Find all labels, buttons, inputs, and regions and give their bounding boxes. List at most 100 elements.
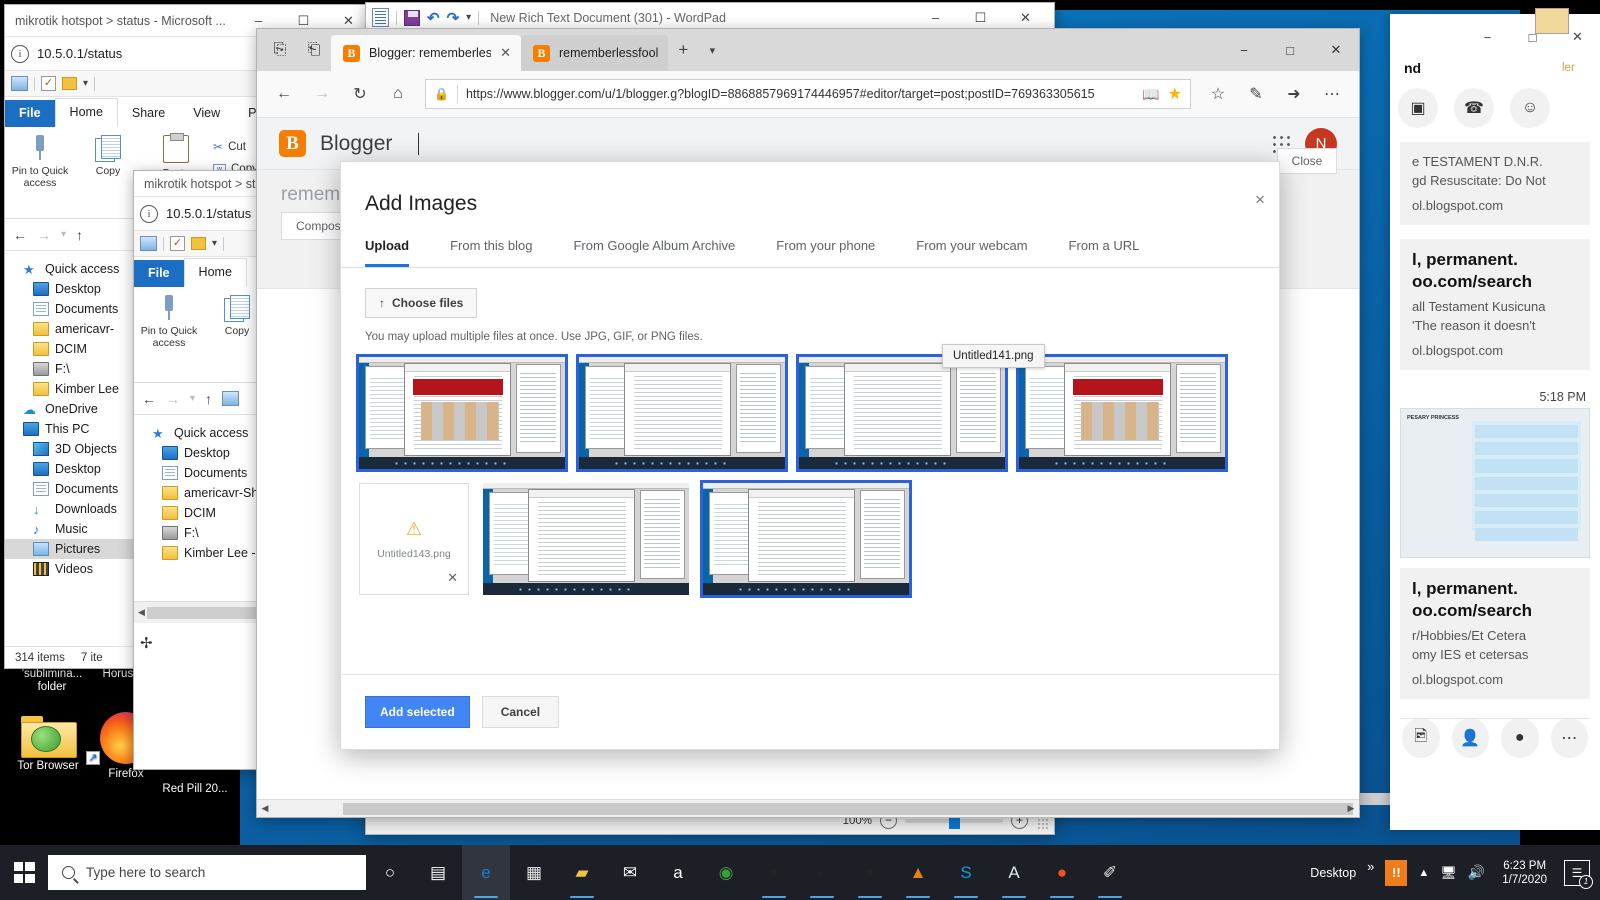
copy-button[interactable]: Copy xyxy=(77,133,139,212)
new-folder-icon[interactable] xyxy=(62,77,77,90)
failed-upload-thumbnail[interactable]: ⚠ Untitled143.png ✕ xyxy=(359,483,469,595)
chevron-up-icon[interactable]: ▲ xyxy=(1418,867,1429,879)
dialog-tab-from-your-phone[interactable]: From your phone xyxy=(776,238,875,267)
collections-icon[interactable]: ☆ xyxy=(1201,77,1235,111)
taskbar-mail-icon[interactable]: ✉ xyxy=(606,845,654,900)
editor-horizontal-scrollbar[interactable]: ◀ ▶ xyxy=(257,799,1359,817)
browser-tab-1[interactable]: B rememberlessfool xyxy=(521,35,669,71)
tab-preview-icon[interactable]: ⎘ xyxy=(263,33,297,67)
overflow-icon[interactable]: » xyxy=(1367,859,1374,874)
skype-panel[interactable]: − □ ✕ nd ▣ ☎ ☺ e TESTAMENT D.N.R. gd Res… xyxy=(1390,14,1600,830)
tree-item-kimber-lee[interactable]: Kimber Lee xyxy=(5,379,135,399)
taskbar-store-icon[interactable]: ▦ xyxy=(510,845,558,900)
system-tray[interactable]: Desktop » !! ▲ 🖥 🔊 6:23 PM 1/7/2020 ☰ 1 xyxy=(1310,859,1600,889)
more-icon[interactable]: ⋯ xyxy=(1315,77,1349,111)
up-icon[interactable]: ↑ xyxy=(76,227,83,243)
scroll-left-icon[interactable]: ◀ xyxy=(257,803,273,814)
blogger-logo-icon[interactable]: B xyxy=(279,130,306,157)
more-icon[interactable]: ⋯ xyxy=(1550,718,1588,758)
taskbar-wordpad-icon[interactable]: A xyxy=(990,845,1038,900)
set-aside-tabs-icon[interactable]: ⎗ xyxy=(297,33,331,67)
tree-item-documents[interactable]: Documents xyxy=(5,299,135,319)
properties-icon[interactable]: ✓ xyxy=(41,76,56,91)
taskbar-photo-viewer-icon[interactable]: ◐ xyxy=(798,845,846,900)
ribbon-tab-view[interactable]: View xyxy=(179,100,234,127)
thumbnail-thumb-6[interactable] xyxy=(700,480,912,598)
message-link[interactable]: ol.blogspot.com xyxy=(1412,670,1578,689)
dialog-tab-from-this-blog[interactable]: From this blog xyxy=(450,238,532,267)
uploaded-thumbnails-grid[interactable]: ⚠ Untitled143.png ✕ xyxy=(341,343,1279,598)
explorer1-navigation-tree[interactable]: ★ Quick access Desktop Documents americavr- D… xyxy=(5,251,135,646)
tree-item-documents[interactable]: Documents xyxy=(5,479,135,499)
message-bubble[interactable]: e TESTAMENT D.N.R. gd Resuscitate: Do No… xyxy=(1400,142,1590,225)
add-images-dialog[interactable]: × Add Images Upload From this blog From Go… xyxy=(340,161,1280,750)
ribbon-tab-file[interactable]: File xyxy=(134,260,184,287)
contact-icon[interactable]: 👤 xyxy=(1451,718,1489,758)
up-icon[interactable]: ↑ xyxy=(205,391,212,407)
pin-to-quick-access-button[interactable]: Pin to Quick access xyxy=(9,133,71,212)
notes-icon[interactable]: ✎ xyxy=(1239,77,1273,111)
message-image-attachment[interactable]: PESARY PRINCESS xyxy=(1400,408,1590,558)
location-icon[interactable]: ● xyxy=(1501,718,1539,758)
network-icon[interactable]: 🖥 xyxy=(1440,865,1457,881)
pin-to-quick-access-button[interactable]: Pin to Quick access xyxy=(138,293,200,376)
tree-item-downloads[interactable]: ↓ Downloads xyxy=(5,499,135,519)
start-button[interactable] xyxy=(0,845,48,900)
reading-view-icon[interactable]: 📖 xyxy=(1142,86,1159,103)
chevron-down-icon[interactable]: ▾ xyxy=(83,78,88,89)
close-tab-icon[interactable]: ✕ xyxy=(500,45,511,61)
close-post-button[interactable]: Close xyxy=(1277,148,1337,174)
close-button[interactable]: ✕ xyxy=(1313,29,1359,71)
browser-tab-0[interactable]: B Blogger: rememberlessf ✕ xyxy=(331,35,521,71)
dialog-close-icon[interactable]: × xyxy=(1255,190,1265,210)
tree-item-americavr[interactable]: americavr- xyxy=(5,319,135,339)
desktop-icon-red-pill[interactable]: Red Pill 20... xyxy=(145,783,245,796)
thumbnail-thumb-1[interactable] xyxy=(356,354,568,472)
thumbnail-thumb-3[interactable] xyxy=(796,354,1008,472)
address-bar[interactable]: 🔒 https://www.blogger.com/u/1/blogger.g?… xyxy=(425,79,1191,109)
desktop-icon-sublimina-folder[interactable]: 'sublimina... folder xyxy=(6,668,98,694)
message-link[interactable]: ol.blogspot.com xyxy=(1412,341,1578,360)
windows-taskbar[interactable]: Type here to search ○ ▤ e ▦ ▰ ✉ a ◉ ● ◐ ● ▲ S A ● ✐ Des… xyxy=(0,845,1600,900)
taskbar-firefox-icon[interactable]: ● xyxy=(1038,845,1086,900)
taskbar-task-view-icon[interactable]: ▤ xyxy=(414,845,462,900)
ribbon-tab-share[interactable]: Share xyxy=(118,100,179,127)
forward-icon[interactable]: → xyxy=(37,227,51,243)
notification-center-icon[interactable]: ☰ 1 xyxy=(1564,859,1593,889)
tree-item-music[interactable]: ♪ Music xyxy=(5,519,135,539)
thumbnail-thumb-2[interactable] xyxy=(576,354,788,472)
minimize-button[interactable]: − xyxy=(1465,14,1510,60)
share-icon[interactable]: ➜ xyxy=(1277,77,1311,111)
new-tab-button[interactable]: + xyxy=(668,33,698,67)
scrollbar-thumb[interactable] xyxy=(343,802,1353,815)
search-box[interactable]: Type here to search xyxy=(48,855,366,890)
dialog-tab-upload[interactable]: Upload xyxy=(365,238,410,267)
dialog-tab-from-your-webcam[interactable]: From your webcam xyxy=(916,238,1027,267)
chevron-down-icon[interactable]: ▾ xyxy=(466,12,471,23)
image-icon[interactable]: 🖻 xyxy=(1402,718,1440,758)
home-icon[interactable]: ⌂ xyxy=(381,77,415,111)
recent-locations-icon[interactable]: ▾ xyxy=(190,393,195,404)
taskbar-app-buttons[interactable]: ○ ▤ e ▦ ▰ ✉ a ◉ ● ◐ ● ▲ S A ● ✐ xyxy=(366,845,1134,900)
minimize-button[interactable]: − xyxy=(1221,29,1267,71)
taskbar-edge-icon[interactable]: e xyxy=(462,845,510,900)
refresh-icon[interactable]: ↻ xyxy=(343,77,377,111)
ribbon-tab-home[interactable]: Home xyxy=(54,98,118,127)
tree-item-videos[interactable]: Videos xyxy=(5,559,135,579)
zoom-slider[interactable] xyxy=(905,812,1003,829)
properties-icon[interactable]: ✓ xyxy=(170,236,185,251)
tab-menu-chevron-down-icon[interactable]: ▾ xyxy=(698,33,726,67)
tree-item-3d-objects[interactable]: 3D Objects xyxy=(5,439,135,459)
forward-icon[interactable]: → xyxy=(305,77,339,111)
taskbar-amazon-icon[interactable]: a xyxy=(654,845,702,900)
chevron-down-icon[interactable]: ▾ xyxy=(212,238,217,249)
back-icon[interactable]: ← xyxy=(13,227,27,243)
maximize-button[interactable]: □ xyxy=(1267,29,1313,71)
taskbar-paint-icon[interactable]: ✐ xyxy=(1086,845,1134,900)
taskbar-tripadvisor-icon[interactable]: ◉ xyxy=(702,845,750,900)
tree-item-quick-access[interactable]: ★ Quick access xyxy=(5,259,135,279)
scroll-left-icon[interactable]: ◀ xyxy=(138,607,145,618)
favorite-star-icon[interactable]: ★ xyxy=(1168,84,1182,104)
scroll-right-icon[interactable]: ▶ xyxy=(1343,803,1359,814)
ribbon-tab-home[interactable]: Home xyxy=(183,258,247,287)
